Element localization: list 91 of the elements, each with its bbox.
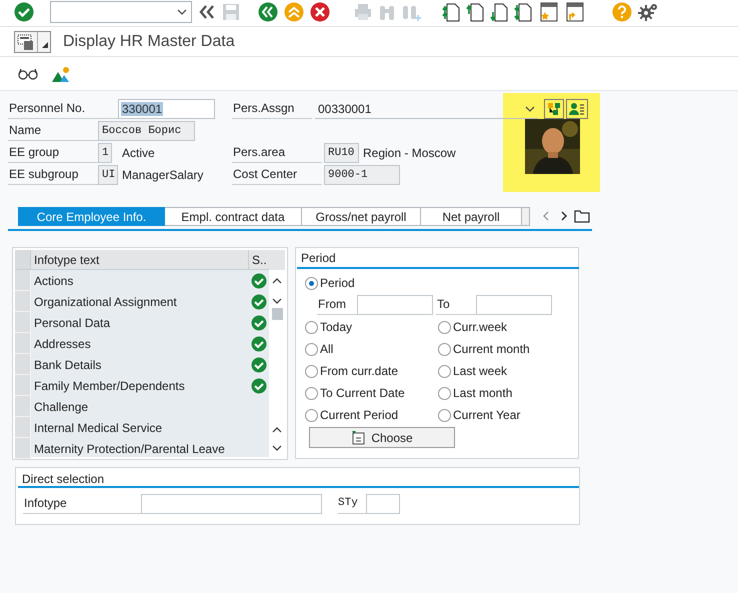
window-title: Display HR Master Data [63, 32, 235, 52]
table-cell-text: Maternity Protection/Parental Leave [33, 440, 226, 458]
cancel-icon[interactable] [310, 2, 330, 22]
radio-label[interactable]: Last week [453, 362, 508, 380]
scroll-thumb[interactable] [272, 308, 282, 320]
value-field: RU10 [324, 143, 359, 163]
shortcut-icon[interactable] [564, 2, 584, 22]
previous-page-icon[interactable] [466, 2, 484, 22]
radio-button[interactable] [438, 342, 451, 356]
radio-button[interactable] [305, 276, 318, 290]
radio-label[interactable]: Period [320, 274, 355, 292]
input-field[interactable] [476, 295, 552, 315]
radio-button[interactable] [305, 364, 318, 378]
radio-label[interactable]: To Current Date [320, 384, 405, 402]
field-label: Pers.Assgn [232, 99, 312, 119]
group-title: Direct selection [21, 471, 106, 486]
radio-button[interactable] [305, 320, 318, 334]
choose-button[interactable]: Choose [309, 427, 455, 448]
chevron-down-icon[interactable] [177, 9, 187, 15]
double-chevron-left-icon[interactable] [198, 4, 216, 20]
table-cell-text: Bank Details [33, 356, 102, 374]
value-field: 9000-1 [324, 165, 400, 185]
radio-label[interactable]: Current Year [453, 406, 520, 424]
radio-label[interactable]: All [320, 340, 334, 358]
table-cell-text: Organizational Assignment [33, 294, 178, 310]
chevron-down-icon[interactable] [525, 106, 535, 112]
group-title: Period [300, 250, 337, 267]
column-header[interactable]: S.. [249, 250, 269, 269]
table-cell-text: Internal Medical Service [33, 420, 164, 436]
scroll-up-icon[interactable] [272, 276, 282, 286]
table-cell-text: Addresses [33, 336, 92, 352]
radio-button[interactable] [305, 408, 318, 422]
radio-label[interactable]: Current month [453, 340, 530, 358]
scroll-down-icon[interactable] [272, 443, 282, 453]
table-cell-text: Actions [33, 272, 74, 290]
field-label: Pers.area [232, 143, 322, 163]
dropdown-field[interactable]: 00330001 [315, 99, 538, 119]
new-window-icon[interactable] [538, 2, 558, 22]
printer-icon [354, 3, 372, 21]
tab[interactable]: Net payroll [421, 206, 522, 226]
table-cell-text: Challenge [33, 398, 90, 416]
menu-button[interactable] [14, 30, 51, 52]
chevron-left-icon[interactable] [542, 211, 550, 221]
field-text: ManagerSalary [122, 167, 204, 184]
field-text: Region - Moscow [363, 145, 456, 162]
tab[interactable]: Core Employee Info. [18, 206, 165, 226]
tab[interactable]: Empl. contract data [165, 206, 302, 226]
choose-icon[interactable] [351, 430, 366, 444]
personnel-number: 330001 [121, 102, 164, 116]
radio-button[interactable] [305, 386, 318, 400]
tab-overflow [522, 206, 530, 226]
last-page-icon[interactable] [514, 2, 532, 22]
field-label: Cost Center [232, 165, 322, 185]
radio-button[interactable] [438, 386, 451, 400]
input-field[interactable] [357, 295, 433, 315]
table-cell-text: Family Member/Dependents [33, 378, 186, 394]
radio-button[interactable] [438, 320, 451, 334]
scroll-up-icon[interactable] [272, 425, 282, 435]
settings-icon[interactable] [638, 2, 658, 22]
value-field: Боссов Борис [98, 121, 195, 141]
radio-button[interactable] [438, 364, 451, 378]
field-text: Active [122, 145, 156, 162]
radio-label[interactable]: From curr.date [320, 362, 398, 380]
radio-button[interactable] [305, 342, 318, 356]
value-field: UI [98, 165, 118, 185]
value-field: 1 [98, 143, 112, 163]
first-page-icon[interactable] [442, 2, 460, 22]
input-field[interactable]: 330001 [118, 99, 215, 119]
radio-label[interactable]: Today [320, 318, 352, 336]
chevron-right-icon[interactable] [560, 211, 568, 221]
column-header[interactable]: Infotype text [31, 250, 249, 269]
glasses-icon[interactable] [18, 68, 38, 80]
radio-label[interactable]: Last month [453, 384, 512, 402]
back-icon[interactable] [258, 2, 278, 22]
radio-label[interactable]: Current Period [320, 406, 398, 424]
binoculars-icon [378, 3, 396, 21]
next-page-icon[interactable] [490, 2, 508, 22]
binoculars-plus-icon [402, 3, 422, 21]
folder-icon[interactable] [574, 209, 590, 223]
landscape-icon[interactable] [52, 66, 70, 82]
tab[interactable]: Gross/net payroll [302, 206, 421, 226]
input-field[interactable] [141, 494, 322, 514]
radio-button[interactable] [438, 408, 451, 422]
radio-label[interactable]: Curr.week [453, 318, 508, 336]
table-cell-text: Personal Data [33, 314, 112, 332]
field-value: 00330001 [318, 100, 372, 118]
scroll-down-icon[interactable] [272, 296, 282, 306]
command-field[interactable] [50, 1, 192, 23]
check-icon[interactable] [14, 2, 34, 22]
input-field[interactable] [366, 494, 400, 514]
save-icon [222, 3, 240, 21]
